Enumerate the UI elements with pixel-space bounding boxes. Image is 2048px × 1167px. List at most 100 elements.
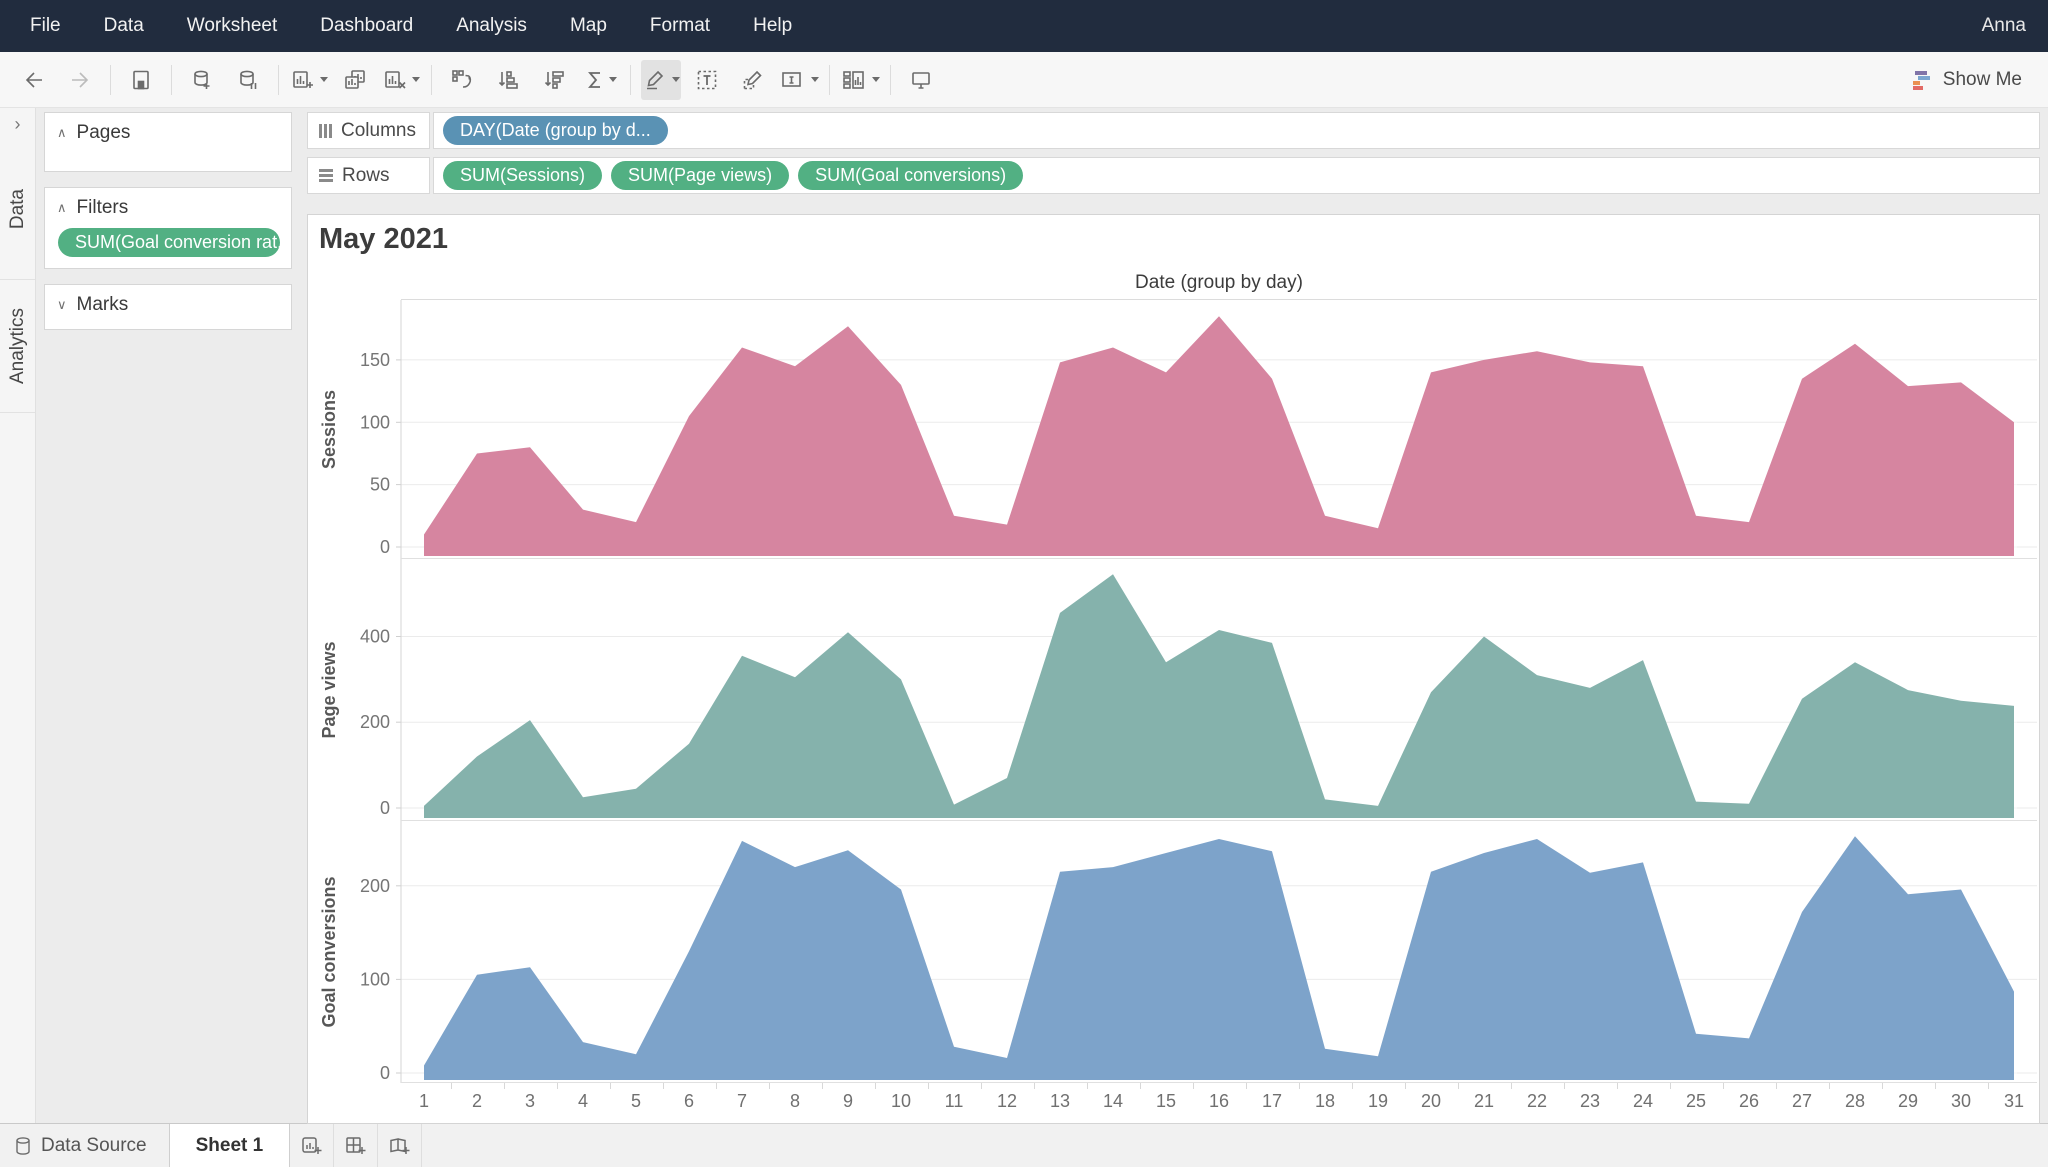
x-axis-label: 20 (1420, 1091, 1442, 1111)
expand-pane-icon[interactable]: › (0, 108, 35, 140)
filters-card: ∧ Filters SUM(Goal conversion rat... (44, 187, 292, 269)
show-me-icon (1912, 70, 1930, 90)
x-axis-tick (1775, 1083, 1777, 1089)
x-axis-tick (768, 1083, 770, 1089)
x-axis-tick (1828, 1083, 1830, 1089)
svg-text:100: 100 (360, 969, 390, 989)
x-axis-tick (1563, 1083, 1565, 1089)
toolbar: Show Me (0, 52, 2048, 108)
x-axis-tick (1139, 1083, 1141, 1089)
show-mark-labels-icon[interactable] (687, 60, 727, 100)
tab-analytics[interactable]: Analytics (0, 280, 35, 413)
pages-card: ∧ Pages (44, 112, 292, 172)
column-field-header: Date (group by day) (401, 272, 2037, 300)
clear-sheet-icon[interactable] (381, 60, 421, 100)
new-datasource-icon[interactable] (182, 60, 222, 100)
area-chart-page-views[interactable]: 0 200 400 Page views (308, 559, 2037, 821)
x-axis-tick (1457, 1083, 1459, 1089)
forward-icon[interactable] (60, 60, 100, 100)
sort-ascending-icon[interactable] (488, 60, 528, 100)
new-story-icon[interactable] (378, 1124, 423, 1167)
toolbar-divider (431, 64, 432, 95)
format-icon[interactable] (733, 60, 773, 100)
x-axis-tick (874, 1083, 876, 1089)
save-icon[interactable] (121, 60, 161, 100)
dropdown-caret-icon (671, 77, 680, 82)
svg-text:50: 50 (370, 475, 390, 495)
marks-title: Marks (76, 294, 129, 315)
totals-icon[interactable] (580, 60, 620, 100)
toolbar-divider (171, 64, 172, 95)
columns-shelf: Columns DAY(Date (group by d... (307, 112, 2040, 149)
rows-pill[interactable]: SUM(Page views) (611, 161, 790, 190)
sort-descending-icon[interactable] (534, 60, 574, 100)
dropdown-caret-icon (411, 77, 420, 82)
x-axis-tick (503, 1083, 505, 1089)
svg-text:0: 0 (380, 537, 390, 557)
x-axis-label: 11 (944, 1091, 964, 1111)
show-hide-cards-icon[interactable] (840, 60, 880, 100)
x-axis-tick (715, 1083, 717, 1089)
duplicate-sheet-icon[interactable] (335, 60, 375, 100)
toolbar-divider (890, 64, 891, 95)
rows-pill[interactable]: SUM(Goal conversions) (798, 161, 1024, 190)
x-axis-tick (1404, 1083, 1406, 1089)
svg-text:200: 200 (360, 712, 390, 732)
presentation-mode-icon[interactable] (901, 60, 941, 100)
filter-pill[interactable]: SUM(Goal conversion rat... (58, 228, 280, 257)
x-axis-tick (1934, 1083, 1936, 1089)
x-axis-tick (1033, 1083, 1035, 1089)
tab-analytics-label: Analytics (6, 307, 28, 385)
svg-text:Goal conversions: Goal conversions (319, 876, 339, 1027)
show-me-button[interactable]: Show Me (1899, 63, 2034, 97)
collapse-chevron-icon[interactable]: ∧ (57, 125, 67, 141)
menu-item-help[interactable]: Help (753, 15, 792, 36)
area-chart-sessions[interactable]: 0 50 100 150 Sessions (308, 300, 2037, 559)
x-axis-tick (1298, 1083, 1300, 1089)
new-dashboard-icon[interactable] (334, 1124, 379, 1167)
new-worksheet-icon[interactable] (290, 1124, 335, 1167)
menu-item-data[interactable]: Data (104, 15, 144, 36)
svg-text:0: 0 (380, 798, 390, 818)
tab-data[interactable]: Data (0, 140, 35, 280)
swap-axes-icon[interactable] (442, 60, 482, 100)
data-source-tab[interactable]: Data Source (0, 1124, 169, 1167)
sheet-tab[interactable]: Sheet 1 (168, 1124, 291, 1167)
x-axis-label: 8 (789, 1091, 801, 1111)
x-axis-label: 19 (1367, 1091, 1389, 1111)
columns-pill[interactable]: DAY(Date (group by d... (443, 116, 668, 145)
x-axis-tick (1510, 1083, 1512, 1089)
tab-data-label: Data (6, 189, 28, 230)
area-chart-goal-conversions[interactable]: 0 100 200 Goal conversions (308, 821, 2037, 1083)
back-icon[interactable] (14, 60, 54, 100)
expand-chevron-icon[interactable]: ∨ (57, 297, 67, 313)
toolbar-divider (829, 64, 830, 95)
user-name[interactable]: Anna (1982, 15, 2026, 37)
content-area: Columns DAY(Date (group by d... Rows SUM… (300, 108, 2048, 1124)
svg-text:100: 100 (360, 412, 390, 432)
dropdown-caret-icon (810, 77, 819, 82)
x-axis-label: 3 (524, 1091, 536, 1111)
x-axis-label: 23 (1579, 1091, 1601, 1111)
rows-shelf-label: Rows (307, 157, 430, 194)
x-axis-label: 31 (2003, 1091, 2025, 1111)
x-axis-label: 17 (1261, 1091, 1283, 1111)
collapse-chevron-icon[interactable]: ∧ (57, 200, 67, 216)
new-worksheet-icon[interactable] (289, 60, 329, 100)
pause-updates-icon[interactable] (228, 60, 268, 100)
x-axis-tick (1351, 1083, 1353, 1089)
menu-item-file[interactable]: File (30, 15, 61, 36)
rows-pill[interactable]: SUM(Sessions) (443, 161, 603, 190)
menu-item-dashboard[interactable]: Dashboard (320, 15, 413, 36)
x-axis-label: 28 (1844, 1091, 1866, 1111)
menu-item-map[interactable]: Map (570, 15, 607, 36)
fit-icon[interactable] (779, 60, 819, 100)
menu-item-worksheet[interactable]: Worksheet (187, 15, 277, 36)
highlight-icon[interactable] (641, 59, 681, 100)
x-axis-label: 4 (577, 1091, 589, 1111)
menu-bar: File Data Worksheet Dashboard Analysis Map For… (0, 0, 2048, 52)
x-axis-label: 2 (471, 1091, 483, 1111)
menu-item-format[interactable]: Format (650, 15, 710, 36)
x-axis-tick (1987, 1083, 1989, 1089)
menu-item-analysis[interactable]: Analysis (456, 15, 527, 36)
